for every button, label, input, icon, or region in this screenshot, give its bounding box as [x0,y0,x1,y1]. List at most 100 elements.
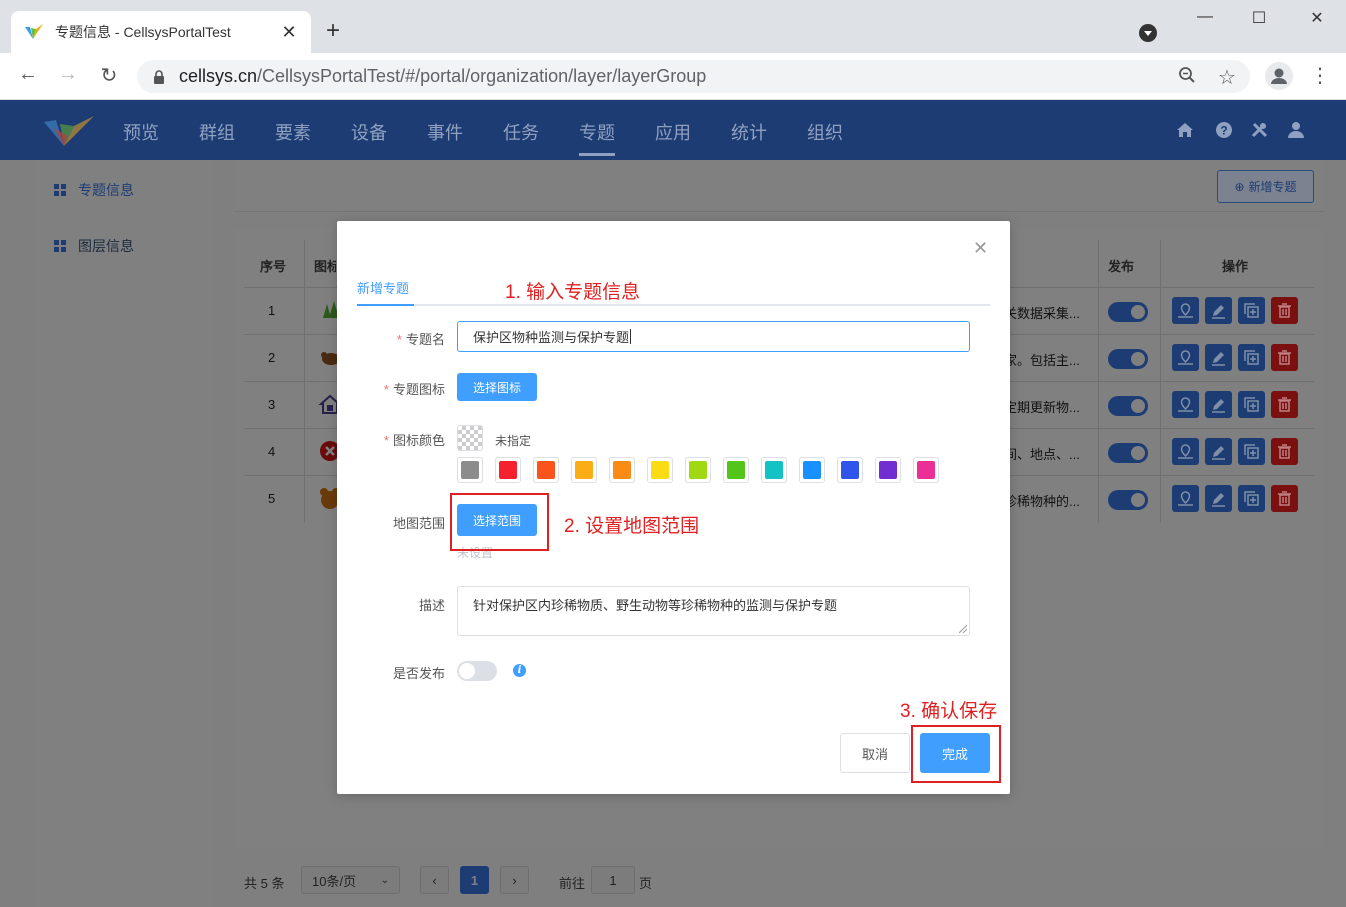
browser-tab-bar: 专题信息 - CellsysPortalTest ✕ + — ☐ ✕ [0,0,1346,53]
edit-icon[interactable] [1205,438,1232,465]
edit-icon[interactable] [1205,391,1232,418]
column-header-actions: 操作 [1222,259,1249,274]
goto-page-input[interactable]: 1 [591,866,635,894]
back-icon[interactable]: ← [14,63,42,86]
color-swatch[interactable] [913,457,939,483]
tab-close-icon[interactable]: ✕ [279,22,299,43]
tab-search-icon[interactable] [1139,24,1157,42]
url-text: cellsys.cn/CellsysPortalTest/#/portal/or… [179,66,707,86]
copy-add-icon[interactable] [1238,485,1265,512]
pagination: 共 5 条 10条/页 ⌄ ‹ 1 › 前往 1 页 [244,866,1314,896]
nav-item-topics[interactable]: 专题 [579,119,615,159]
nav-item-features[interactable]: 要素 [275,119,311,159]
publish-toggle[interactable] [1108,443,1148,463]
color-swatch[interactable] [837,457,863,483]
row-index: 3 [268,397,276,412]
nav-item-statistics[interactable]: 统计 [731,119,767,159]
color-swatch[interactable] [761,457,787,483]
publish-toggle[interactable] [1108,349,1148,369]
delete-icon[interactable] [1271,297,1298,324]
next-page-button[interactable]: › [500,866,529,894]
url-input[interactable]: cellsys.cn/CellsysPortalTest/#/portal/or… [137,60,1250,93]
delete-icon[interactable] [1271,438,1298,465]
browser-menu-icon[interactable]: ⋮ [1310,63,1330,88]
nav-item-tasks[interactable]: 任务 [503,119,539,159]
minimize-icon[interactable]: — [1190,8,1220,26]
color-swatch[interactable] [875,457,901,483]
tools-icon[interactable] [1250,120,1270,140]
publish-switch[interactable] [457,661,497,681]
color-swatch[interactable] [685,457,711,483]
publish-toggle[interactable] [1108,490,1148,510]
edit-icon[interactable] [1205,485,1232,512]
page-number-current[interactable]: 1 [460,866,489,894]
color-swatch[interactable] [571,457,597,483]
cancel-button[interactable]: 取消 [840,733,910,773]
topic-name-input[interactable]: 保护区物种监测与保护专题 [457,321,970,352]
delete-icon[interactable] [1271,344,1298,371]
row-index: 5 [268,491,276,506]
nav-item-groups[interactable]: 群组 [199,119,235,159]
forward-icon[interactable]: → [54,63,82,86]
user-icon[interactable] [1286,120,1306,140]
help-icon[interactable]: ? [1214,120,1234,140]
color-swatch[interactable] [533,457,559,483]
copy-add-icon[interactable] [1238,438,1265,465]
bookmark-star-icon[interactable]: ☆ [1218,65,1236,90]
edit-icon[interactable] [1205,297,1232,324]
home-icon[interactable] [1175,120,1195,140]
map-location-icon[interactable] [1172,391,1199,418]
color-unset-swatch[interactable] [457,425,483,451]
map-location-icon[interactable] [1172,297,1199,324]
delete-icon[interactable] [1271,391,1298,418]
profile-avatar-icon[interactable] [1265,62,1293,90]
close-icon[interactable]: ✕ [973,239,988,257]
resize-handle-icon[interactable] [959,625,967,633]
copy-add-icon[interactable] [1238,297,1265,324]
color-swatch[interactable] [647,457,673,483]
tab-add-topic[interactable]: 新增专题 [357,278,409,297]
color-swatch[interactable] [799,457,825,483]
copy-add-icon[interactable] [1238,344,1265,371]
color-swatch[interactable] [457,457,483,483]
publish-toggle[interactable] [1108,396,1148,416]
edit-icon[interactable] [1205,344,1232,371]
nav-item-apps[interactable]: 应用 [655,119,691,159]
tab-title: 专题信息 - CellsysPortalTest [55,24,231,40]
annotation-step-3: 3. 确认保存 [900,701,998,722]
add-topic-button[interactable]: ⊕ 新增专题 [1217,170,1314,203]
new-tab-icon[interactable]: + [326,19,340,43]
nav-item-events[interactable]: 事件 [427,119,463,159]
nav-item-devices[interactable]: 设备 [351,119,387,159]
sidebar-item-layer-info[interactable]: 图层信息 [54,236,134,256]
description-textarea[interactable]: 针对保护区内珍稀物质、野生动物等珍稀物种的监测与保护专题 [457,586,970,636]
icon-color-label: * 图标颜色 [383,433,445,448]
color-swatch[interactable] [495,457,521,483]
publish-toggle[interactable] [1108,302,1148,322]
sidebar-item-topic-info[interactable]: 专题信息 [54,180,134,200]
reload-icon[interactable]: ↻ [95,63,123,88]
maximize-icon[interactable]: ☐ [1244,8,1274,28]
grid-icon [54,240,66,252]
map-location-icon[interactable] [1172,344,1199,371]
prev-page-button[interactable]: ‹ [420,866,449,894]
zoom-icon[interactable] [1178,66,1196,89]
sidebar-item-label: 专题信息 [78,182,134,198]
color-swatch[interactable] [609,457,635,483]
nav-item-preview[interactable]: 预览 [123,119,159,159]
row-description: 关数据采集... [1004,306,1080,321]
page-size-select[interactable]: 10条/页 ⌄ [301,866,400,894]
browser-tab[interactable]: 专题信息 - CellsysPortalTest ✕ [11,11,311,53]
sidebar-item-label: 图层信息 [78,238,134,254]
map-location-icon[interactable] [1172,485,1199,512]
total-count: 共 5 条 [244,876,285,891]
color-swatch[interactable] [723,457,749,483]
column-header-index: 序号 [260,259,287,274]
choose-icon-button[interactable]: 选择图标 [457,373,537,401]
delete-icon[interactable] [1271,485,1298,512]
map-location-icon[interactable] [1172,438,1199,465]
window-close-icon[interactable]: ✕ [1302,8,1332,28]
info-icon[interactable]: i [513,664,526,677]
copy-add-icon[interactable] [1238,391,1265,418]
nav-item-organization[interactable]: 组织 [807,119,843,159]
